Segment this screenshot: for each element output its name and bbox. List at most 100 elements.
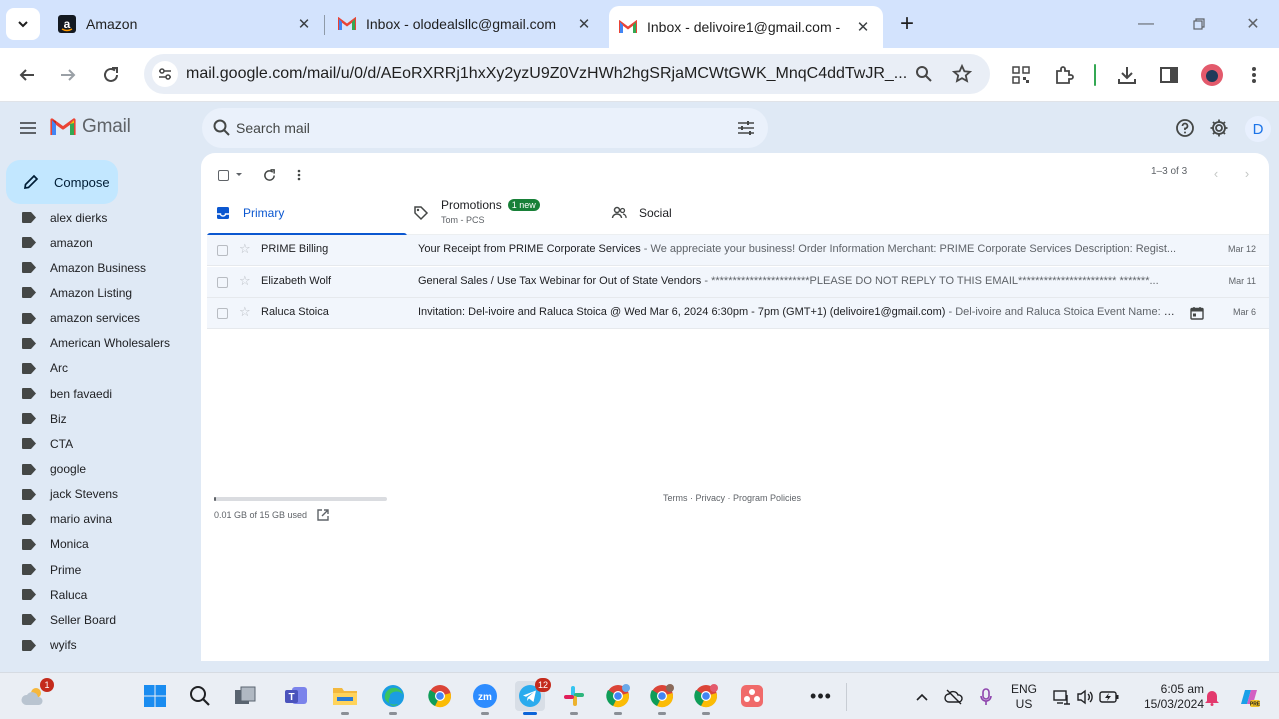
browser-tab-inbox-olodeals[interactable]: Inbox - olodealsllc@gmail.com ✕ xyxy=(328,6,604,42)
cloud-sync-status[interactable] xyxy=(944,687,964,707)
restore-button[interactable] xyxy=(1184,10,1214,38)
label-item[interactable]: mario avina xyxy=(0,507,200,532)
bookmark-button[interactable] xyxy=(950,62,974,86)
teams-app[interactable]: T xyxy=(281,681,311,711)
search-icon[interactable] xyxy=(212,118,232,138)
battery-status[interactable] xyxy=(1099,687,1119,707)
profile-button[interactable] xyxy=(1197,60,1227,90)
file-explorer-app[interactable] xyxy=(330,681,360,711)
label-item[interactable]: ben favaedi xyxy=(0,381,200,406)
row-checkbox[interactable] xyxy=(217,245,228,256)
copilot-button[interactable]: PRE xyxy=(1236,687,1262,708)
close-tab-icon[interactable]: ✕ xyxy=(853,17,873,37)
label-item[interactable]: Monica xyxy=(0,532,200,557)
row-checkbox[interactable] xyxy=(217,308,228,319)
zoom-app[interactable]: zm xyxy=(470,681,500,711)
browser-menu-button[interactable] xyxy=(1239,60,1269,90)
tab-primary[interactable]: Primary xyxy=(207,191,407,236)
url-text[interactable]: mail.google.com/mail/u/0/d/AEoRXRRj1hxXy… xyxy=(186,65,906,83)
label-item[interactable]: amazon services xyxy=(0,306,200,331)
label-item[interactable]: CTA xyxy=(0,431,200,456)
forward-button[interactable] xyxy=(53,60,83,90)
overflow-apps-button[interactable]: ••• xyxy=(806,681,836,711)
browser-tab-inbox-delivoire[interactable]: Inbox - delivoire1@gmail.com - ✕ xyxy=(609,6,883,48)
chrome-profile-app-3[interactable] xyxy=(691,681,721,711)
show-hidden-icons-button[interactable] xyxy=(912,687,932,707)
zoom-button[interactable] xyxy=(912,62,936,86)
close-window-button[interactable]: ✕ xyxy=(1238,10,1268,38)
extensions-button[interactable] xyxy=(1049,60,1079,90)
settings-button[interactable] xyxy=(1207,116,1231,140)
newer-page-button[interactable]: ‹ xyxy=(1206,163,1226,183)
weather-widget[interactable]: 1 xyxy=(18,678,54,711)
task-view-button[interactable] xyxy=(230,681,260,711)
select-all-checkbox[interactable] xyxy=(215,165,245,185)
tab-promotions[interactable]: Promotions 1 new Tom - PCS xyxy=(405,191,605,235)
system-clock[interactable]: 6:05 am 15/03/2024 xyxy=(1128,682,1204,712)
search-options-icon[interactable] xyxy=(736,118,756,138)
email-row[interactable]: ☆ PRIME Billing Your Receipt from PRIME Co… xyxy=(207,235,1269,266)
chrome-profile-app-1[interactable] xyxy=(603,681,633,711)
more-options-button[interactable] xyxy=(291,165,307,185)
back-button[interactable] xyxy=(12,60,42,90)
older-page-button[interactable]: › xyxy=(1237,163,1257,183)
label-item[interactable]: Arc xyxy=(0,356,200,381)
close-tab-icon[interactable]: ✕ xyxy=(574,14,594,34)
main-menu-button[interactable] xyxy=(14,114,42,142)
label-item[interactable]: Raluca xyxy=(0,582,200,607)
account-avatar[interactable]: D xyxy=(1245,116,1271,142)
label-item[interactable]: amazon xyxy=(0,230,200,255)
program-policies-link[interactable]: Program Policies xyxy=(733,493,801,503)
reload-button[interactable] xyxy=(96,60,126,90)
calendar-icon[interactable] xyxy=(1190,306,1204,320)
taskbar-search-button[interactable] xyxy=(185,681,215,711)
star-icon[interactable]: ☆ xyxy=(239,304,251,320)
chrome-app[interactable] xyxy=(425,681,455,711)
input-language-indicator[interactable]: ENG US xyxy=(1008,682,1040,712)
notifications-button[interactable] xyxy=(1202,687,1222,707)
star-icon[interactable]: ☆ xyxy=(239,273,251,289)
start-button[interactable] xyxy=(140,681,170,711)
microphone-indicator[interactable] xyxy=(976,687,996,707)
downloads-button[interactable] xyxy=(1112,60,1142,90)
label-item[interactable]: alex dierks xyxy=(0,210,200,230)
row-checkbox[interactable] xyxy=(217,276,228,288)
telegram-app[interactable]: 12 xyxy=(515,678,551,711)
side-panel-button[interactable] xyxy=(1154,60,1184,90)
slack-app[interactable] xyxy=(559,681,589,711)
qr-code-button[interactable] xyxy=(1006,60,1036,90)
label-item[interactable]: google xyxy=(0,457,200,482)
close-tab-icon[interactable]: ✕ xyxy=(294,14,314,34)
minimize-button[interactable]: — xyxy=(1131,10,1161,38)
chrome-profile-app-2[interactable] xyxy=(647,681,677,711)
label-item[interactable]: Seller Board xyxy=(0,607,200,632)
compose-button[interactable]: Compose xyxy=(6,160,118,204)
refresh-button[interactable] xyxy=(259,165,279,185)
address-bar[interactable]: mail.google.com/mail/u/0/d/AEoRXRRj1hxXy… xyxy=(144,54,990,94)
site-info-button[interactable] xyxy=(152,61,178,87)
label-item[interactable]: jack Stevens xyxy=(0,482,200,507)
tab-search-button[interactable] xyxy=(6,8,40,40)
privacy-link[interactable]: Privacy xyxy=(696,493,726,503)
star-icon[interactable]: ☆ xyxy=(239,241,251,257)
support-button[interactable] xyxy=(1173,116,1197,140)
label-item[interactable]: Amazon Listing xyxy=(0,280,200,305)
label-item[interactable]: Biz xyxy=(0,406,200,431)
terms-link[interactable]: Terms xyxy=(663,493,688,503)
search-input[interactable] xyxy=(236,112,716,144)
label-item[interactable]: Amazon Business xyxy=(0,255,200,280)
asana-app[interactable] xyxy=(737,681,767,711)
email-row[interactable]: ☆ Raluca Stoica Invitation: Del-ivoire and… xyxy=(207,298,1269,329)
email-row[interactable]: ☆ Elizabeth Wolf General Sales / Use Tax W… xyxy=(207,266,1269,298)
new-tab-button[interactable]: + xyxy=(893,10,921,37)
edge-app[interactable] xyxy=(378,681,408,711)
browser-tab-amazon[interactable]: a Amazon ✕ xyxy=(48,6,324,42)
label-item[interactable]: wyifs xyxy=(0,633,200,658)
tab-social[interactable]: Social xyxy=(603,191,803,235)
volume-control[interactable] xyxy=(1075,687,1095,707)
network-status[interactable] xyxy=(1052,687,1072,707)
open-in-new-icon[interactable] xyxy=(316,508,330,522)
label-item[interactable]: Prime xyxy=(0,557,200,582)
gmail-logo[interactable]: Gmail xyxy=(50,116,131,138)
label-item[interactable]: American Wholesalers xyxy=(0,331,200,356)
